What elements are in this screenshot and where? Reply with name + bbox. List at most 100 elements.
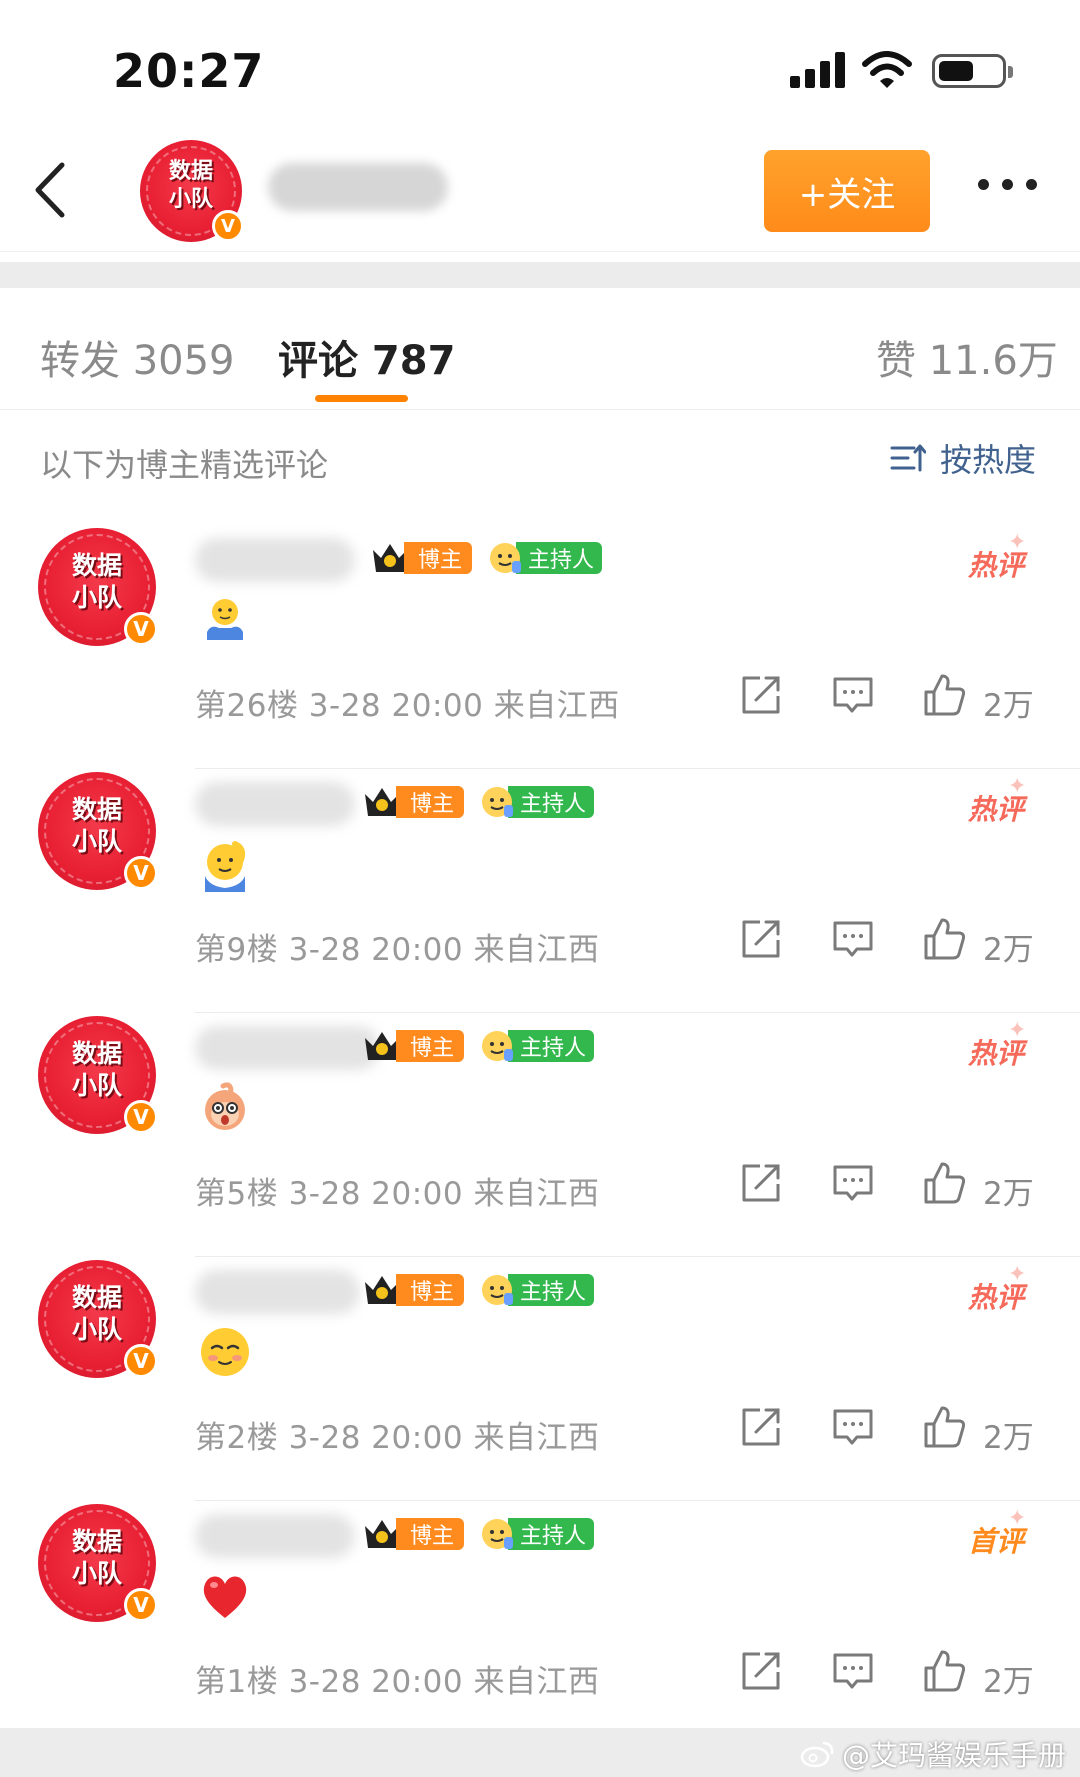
sort-label: 按热度 (940, 441, 1037, 479)
commenter-badges: 博主 主持人 (370, 538, 603, 578)
share-icon[interactable] (738, 672, 784, 718)
hot-comment-tag: 热评 ✦ (968, 530, 1027, 582)
like-thumb-icon[interactable] (922, 1404, 968, 1450)
blogger-badge: 博主 (396, 1274, 465, 1306)
salute-emoji (205, 841, 246, 892)
comment-item: 数据 小队 V 博主 主持人 热评 ✦ 第9楼 3-28 20:00 来自江西 … (0, 772, 1080, 1016)
author-name-redacted (268, 163, 448, 211)
host-mascot-icon (482, 1519, 514, 1549)
status-time: 20:27 (113, 44, 265, 98)
verified-badge-icon: V (124, 856, 158, 890)
nav-bar: 数据 小队 V +关注 (0, 135, 1080, 252)
verified-badge-icon: V (124, 1100, 158, 1134)
host-badge: 主持人 (478, 1030, 595, 1062)
author-avatar[interactable]: 数据 小队 V (140, 140, 244, 242)
comment-meta: 第26楼 3-28 20:00 来自江西 (195, 688, 620, 724)
sort-by-hot-button[interactable]: 按热度 (890, 438, 1037, 479)
host-mascot-icon (482, 1031, 514, 1061)
comment-item: 数据 小队 V 博主 主持人 热评 ✦ 第26楼 3-28 20:00 来自江西… (0, 528, 1080, 772)
blogger-badge: 博主 (396, 1518, 465, 1550)
host-badge: 主持人 (478, 1518, 595, 1550)
like-thumb-icon[interactable] (922, 1648, 968, 1694)
like-thumb-icon[interactable] (922, 672, 968, 718)
sort-icon (890, 444, 926, 472)
like-count: 2万 (983, 1176, 1034, 1212)
tab-comments[interactable]: 评论 787 (278, 328, 455, 386)
share-icon[interactable] (738, 916, 784, 962)
commenter-badges: 博主 主持人 (362, 1270, 595, 1310)
section-divider (0, 262, 1080, 288)
tab-bar: 转发 3059 评论 787 赞 11.6万 (0, 288, 1080, 410)
like-count: 2万 (983, 1420, 1034, 1456)
more-options-icon[interactable] (978, 179, 1040, 199)
reply-comment-icon[interactable] (830, 1404, 876, 1450)
like-count: 2万 (983, 688, 1034, 724)
reply-comment-icon[interactable] (830, 672, 876, 718)
commenter-avatar[interactable]: 数据 小队 V (38, 772, 158, 890)
commenter-avatar[interactable]: 数据 小队 V (38, 1260, 158, 1378)
like-count: 2万 (983, 932, 1034, 968)
shrug-emoji (207, 599, 243, 640)
comment-divider (195, 768, 1080, 769)
comment-meta: 第5楼 3-28 20:00 来自江西 (195, 1176, 600, 1212)
selected-comments-label: 以下为博主精选评论 (40, 446, 329, 484)
battery-icon (932, 54, 1013, 88)
comment-item: 数据 小队 V 博主 主持人 热评 ✦ 第2楼 3-28 20:00 来自江西 … (0, 1260, 1080, 1504)
comment-divider (195, 1500, 1080, 1501)
commenter-name-redacted (195, 1270, 360, 1314)
wifi-icon (862, 51, 912, 88)
host-badge: 主持人 (478, 1274, 595, 1306)
reply-comment-icon[interactable] (830, 1648, 876, 1694)
watermark-text: @艾玛酱娱乐手册 (842, 1739, 1067, 1772)
reply-comment-icon[interactable] (830, 916, 876, 962)
like-thumb-icon[interactable] (922, 916, 968, 962)
host-mascot-icon (482, 1275, 514, 1305)
blogger-badge: 博主 (396, 1030, 465, 1062)
hot-comment-tag: 热评 ✦ (968, 1018, 1027, 1070)
commenter-avatar[interactable]: 数据 小队 V (38, 528, 158, 646)
comment-item: 数据 小队 V 博主 主持人 热评 ✦ 第5楼 3-28 20:00 来自江西 … (0, 1016, 1080, 1260)
verified-badge-icon: V (124, 1588, 158, 1622)
commenter-badges: 博主 主持人 (362, 1026, 595, 1066)
comment-meta: 第2楼 3-28 20:00 来自江西 (195, 1420, 600, 1456)
comment-meta: 第1楼 3-28 20:00 来自江西 (195, 1664, 600, 1700)
commenter-name-redacted (195, 1026, 380, 1070)
cellular-signal-icon (790, 52, 846, 88)
blogger-badge: 博主 (396, 786, 465, 818)
weibo-logo-icon (800, 1741, 834, 1768)
verified-badge-icon: V (212, 210, 244, 242)
commenter-name-redacted (195, 1514, 355, 1558)
commenter-name-redacted (195, 782, 355, 826)
share-icon[interactable] (738, 1648, 784, 1694)
reply-comment-icon[interactable] (830, 1160, 876, 1206)
host-badge: 主持人 (478, 786, 595, 818)
blush-emoji (201, 1328, 249, 1376)
comment-divider (195, 1256, 1080, 1257)
comment-divider (195, 1012, 1080, 1013)
share-icon[interactable] (738, 1160, 784, 1206)
host-mascot-icon (482, 787, 514, 817)
share-icon[interactable] (738, 1404, 784, 1450)
first-comment-tag: 首评 ✦ (968, 1506, 1027, 1558)
watermark: @艾玛酱娱乐手册 (800, 1734, 1066, 1774)
tab-reposts[interactable]: 转发 3059 (40, 328, 235, 386)
follow-button[interactable]: +关注 (764, 150, 930, 232)
commenter-avatar[interactable]: 数据 小队 V (38, 1504, 158, 1622)
tab-likes[interactable]: 赞 11.6万 (876, 328, 1058, 386)
commenter-badges: 博主 主持人 (362, 782, 595, 822)
shocked-monkey-emoji (205, 1082, 245, 1130)
commenter-name-redacted (195, 538, 355, 582)
verified-badge-icon: V (124, 1344, 158, 1378)
comment-meta: 第9楼 3-28 20:00 来自江西 (195, 932, 600, 968)
verified-badge-icon: V (124, 612, 158, 646)
back-arrow-icon[interactable] (28, 159, 78, 221)
hot-comment-tag: 热评 ✦ (968, 774, 1027, 826)
commenter-avatar[interactable]: 数据 小队 V (38, 1016, 158, 1134)
like-thumb-icon[interactable] (922, 1160, 968, 1206)
commenter-badges: 博主 主持人 (362, 1514, 595, 1554)
heart-emoji (203, 1576, 247, 1618)
like-count: 2万 (983, 1664, 1034, 1700)
status-bar: 20:27 (0, 0, 1080, 135)
active-tab-indicator (315, 395, 408, 402)
host-mascot-icon (490, 543, 522, 573)
